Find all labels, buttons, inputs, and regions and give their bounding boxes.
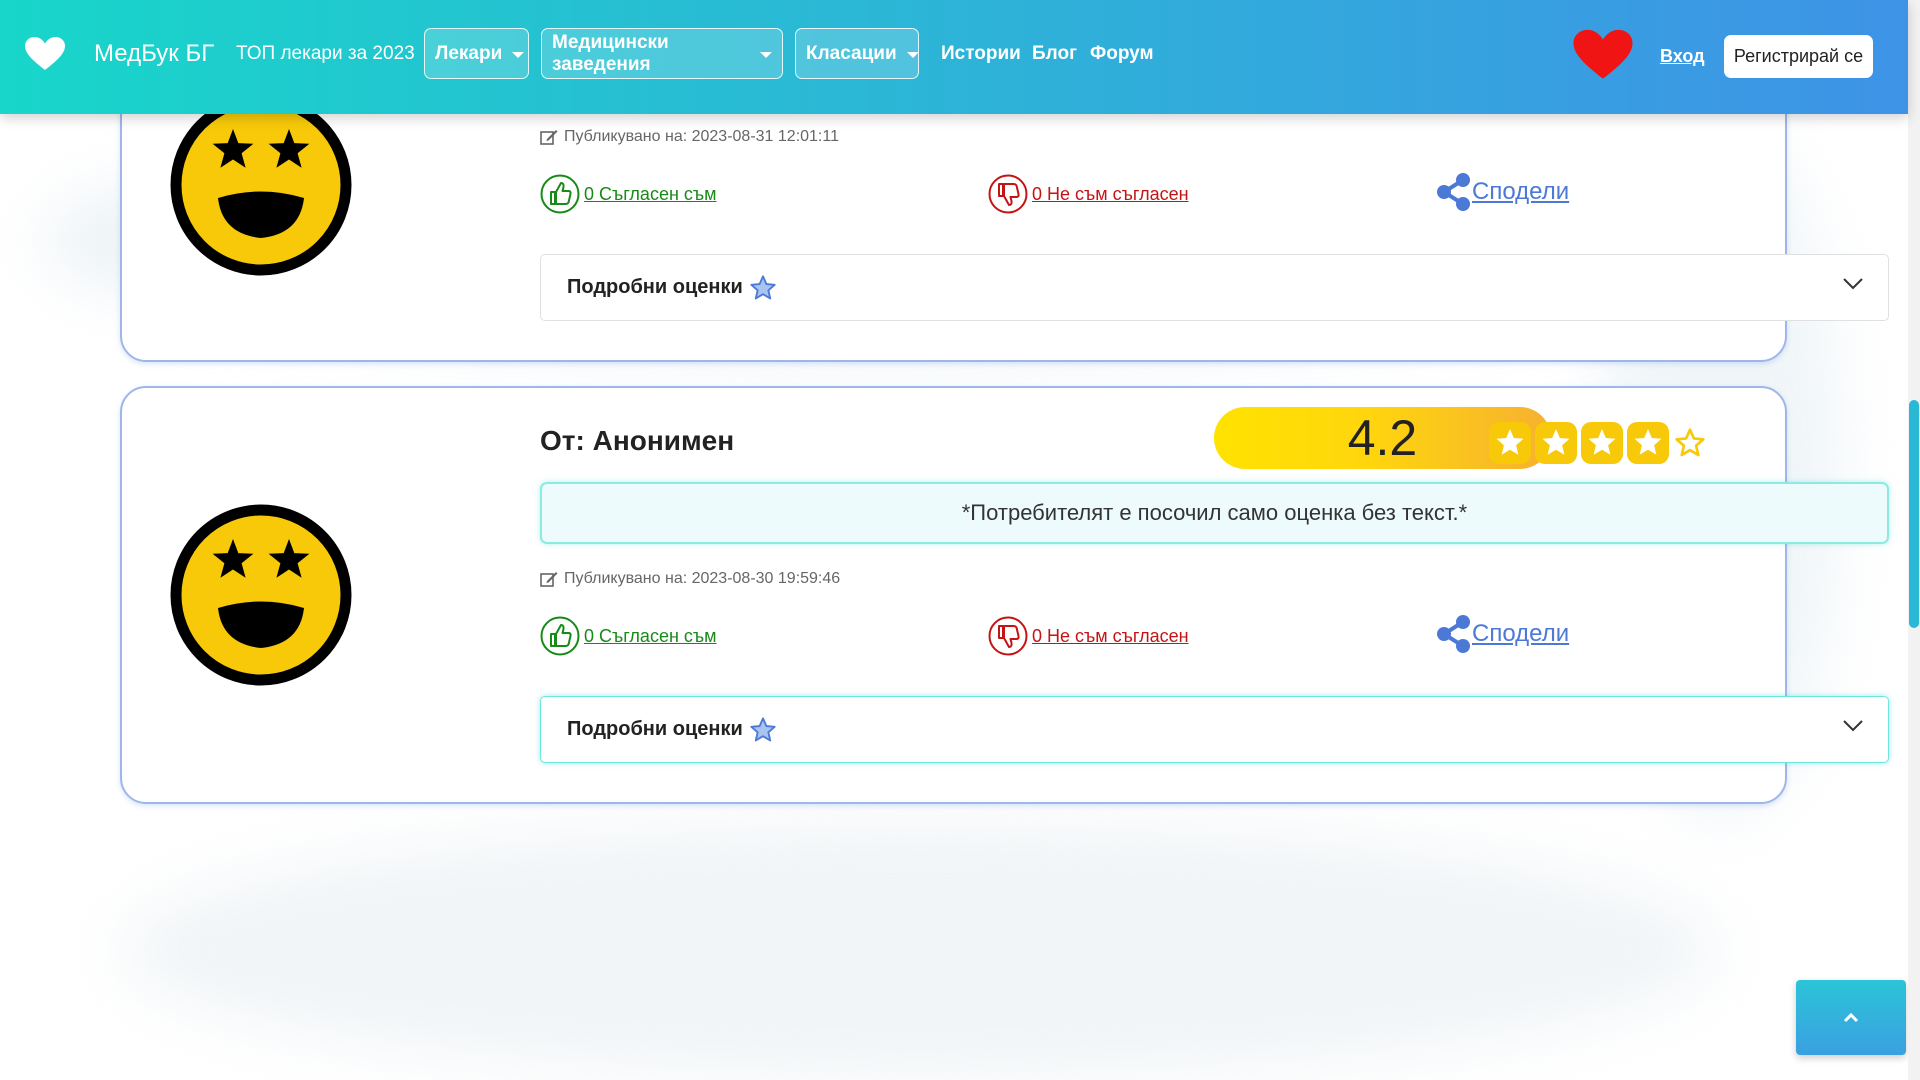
- top-doctors-link[interactable]: ТОП лекари за 2023: [236, 34, 415, 74]
- blog-link[interactable]: Блог: [1032, 34, 1077, 74]
- agree-button[interactable]: 0 Съгласен съм: [540, 174, 717, 214]
- star-filled-icon: [1627, 422, 1669, 464]
- share-label: Сподели: [1472, 178, 1570, 205]
- heart-icon: [25, 37, 65, 70]
- detailed-ratings-toggle[interactable]: Подробни оценки: [540, 254, 1889, 321]
- share-button[interactable]: Сподели: [1436, 172, 1569, 212]
- forum-link[interactable]: Форум: [1090, 34, 1154, 74]
- doctors-dropdown[interactable]: Лекари: [424, 28, 529, 79]
- review-author: От: Анонимен: [540, 425, 735, 456]
- caret-down-icon: [512, 51, 525, 58]
- rankings-dropdown-label: Класации: [806, 42, 897, 64]
- detailed-ratings-toggle[interactable]: Подробни оценки: [540, 696, 1889, 763]
- star-outline-icon: [750, 274, 776, 299]
- star-eyes-emoji-avatar: [170, 94, 352, 276]
- disagree-button[interactable]: 0 Не съм съгласен: [988, 174, 1189, 214]
- share-label: Сподели: [1472, 620, 1570, 647]
- rankings-dropdown[interactable]: Класации: [795, 28, 919, 79]
- published-date-text: Публикувано на: 2023-08-30 19:59:46: [564, 570, 841, 587]
- star-filled-icon: [1581, 422, 1623, 464]
- review-card: От: Анонимен 4.2 *Потребителят е посочил…: [120, 386, 1889, 804]
- favorites-heart[interactable]: [1572, 28, 1634, 87]
- chevron-down-icon: [1843, 720, 1863, 732]
- star-eyes-emoji-avatar: [170, 504, 352, 686]
- published-date: Публикувано на: 2023-08-30 19:59:46: [540, 570, 840, 588]
- star-outline-icon: [750, 716, 776, 741]
- star-empty-icon: [1675, 428, 1705, 457]
- thumbs-down-icon: [988, 174, 1028, 214]
- agree-count-label: 0 Съгласен съм: [584, 625, 717, 646]
- disagree-count-label: 0 Не съм съгласен: [1032, 625, 1189, 646]
- caret-down-icon: [906, 51, 919, 58]
- disagree-button[interactable]: 0 Не съм съгласен: [988, 616, 1189, 656]
- stories-link[interactable]: Истории: [941, 34, 1021, 74]
- edit-icon: [540, 572, 558, 587]
- star-filled-icon: [1535, 422, 1577, 464]
- published-date: Публикувано на: 2023-08-31 12:01:11: [540, 128, 839, 146]
- brand-name[interactable]: МедБук БГ: [94, 34, 214, 74]
- published-date-text: Публикувано на: 2023-08-31 12:01:11: [564, 128, 839, 145]
- star-rating: [1488, 421, 1706, 465]
- agree-button[interactable]: 0 Съгласен съм: [540, 616, 717, 656]
- thumbs-down-icon: [988, 616, 1028, 656]
- agree-count-label: 0 Съгласен съм: [584, 183, 717, 204]
- share-button[interactable]: Сподели: [1436, 614, 1569, 654]
- facilities-dropdown[interactable]: Медицински заведения: [541, 28, 783, 79]
- disagree-count-label: 0 Не съм съгласен: [1032, 183, 1189, 204]
- brand-logo[interactable]: [24, 34, 66, 74]
- doctors-dropdown-label: Лекари: [435, 42, 503, 64]
- heart-icon: [1573, 29, 1633, 79]
- chevron-down-icon: [1843, 278, 1863, 290]
- edit-icon: [540, 130, 558, 145]
- share-icon: [1437, 173, 1470, 211]
- no-text-notice: *Потребителят е посочил само оценка без …: [540, 482, 1889, 544]
- page-scrollbar-thumb[interactable]: [1909, 400, 1919, 628]
- star-filled-icon: [1489, 422, 1531, 464]
- detailed-ratings-label: Подробни оценки: [567, 276, 743, 298]
- thumbs-up-icon: [540, 174, 580, 214]
- thumbs-up-icon: [540, 616, 580, 656]
- caret-down-icon: [760, 51, 772, 58]
- top-navbar: МедБук БГ ТОП лекари за 2023 Лекари Меди…: [0, 0, 1908, 114]
- register-button[interactable]: Регистрирай се: [1724, 35, 1873, 78]
- back-to-top-button[interactable]: [1796, 980, 1906, 1055]
- chevron-up-icon: [1843, 1012, 1859, 1022]
- login-link[interactable]: Вход: [1660, 36, 1705, 76]
- share-icon: [1437, 615, 1470, 653]
- facilities-dropdown-label: Медицински заведения: [552, 31, 669, 75]
- detailed-ratings-label: Подробни оценки: [567, 718, 743, 740]
